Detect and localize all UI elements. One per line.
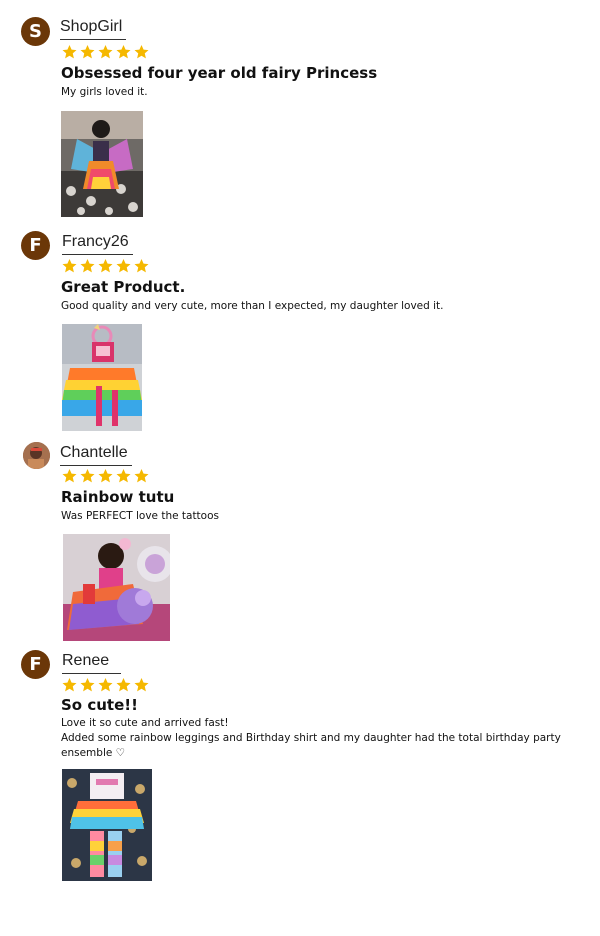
star-icon [116, 45, 131, 59]
star-icon [98, 45, 113, 59]
star-icon [116, 469, 131, 483]
review-body-line: My girls loved it. [61, 86, 148, 98]
review-photo[interactable] [62, 769, 152, 881]
rating-stars [61, 44, 150, 60]
review-body: Love it so cute and arrived fast! Added … [61, 716, 581, 761]
star-icon [134, 469, 149, 483]
profile-photo-icon [23, 442, 50, 469]
star-icon [116, 678, 131, 692]
review-title: Great Product. [61, 278, 186, 296]
star-icon [62, 469, 77, 483]
reviewer-avatar: F [21, 650, 50, 679]
reviewer-avatar: S [21, 17, 50, 46]
review-title: Rainbow tutu [61, 488, 175, 506]
reviewer-avatar [23, 442, 50, 469]
star-icon [98, 259, 113, 273]
review-body-line: Good quality and very cute, more than I … [61, 300, 444, 312]
review-photo[interactable] [62, 324, 142, 431]
reviewer-name[interactable]: Renee [62, 651, 122, 674]
review-title: So cute!! [61, 696, 138, 714]
star-icon [62, 259, 77, 273]
review-photo[interactable] [61, 111, 143, 217]
rating-stars [61, 258, 150, 274]
review-body: My girls loved it. [61, 85, 581, 100]
star-icon [80, 259, 95, 273]
star-icon [134, 259, 149, 273]
reviewer-name[interactable]: ShopGirl [60, 17, 127, 40]
rating-stars [61, 677, 150, 693]
review-title: Obsessed four year old fairy Princess [61, 64, 378, 82]
star-icon [98, 678, 113, 692]
rating-stars [61, 468, 150, 484]
reviewer-avatar: F [21, 231, 50, 260]
review-body: Good quality and very cute, more than I … [61, 299, 581, 314]
review-body-line: Added some rainbow leggings and Birthday… [61, 732, 561, 744]
star-icon [98, 469, 113, 483]
reviewer-name[interactable]: Francy26 [62, 232, 133, 255]
star-icon [80, 45, 95, 59]
review-body-line: ensemble ♡ [61, 747, 126, 759]
reviewer-name[interactable]: Chantelle [60, 443, 132, 466]
review-body-line: Was PERFECT love the tattoos [61, 510, 219, 522]
review-body-line: Love it so cute and arrived fast! [61, 717, 229, 729]
star-icon [62, 678, 77, 692]
review-body: Was PERFECT love the tattoos [61, 509, 581, 524]
star-icon [80, 678, 95, 692]
star-icon [116, 259, 131, 273]
star-icon [62, 45, 77, 59]
review-photo[interactable] [63, 534, 170, 641]
star-icon [134, 45, 149, 59]
star-icon [134, 678, 149, 692]
star-icon [80, 469, 95, 483]
